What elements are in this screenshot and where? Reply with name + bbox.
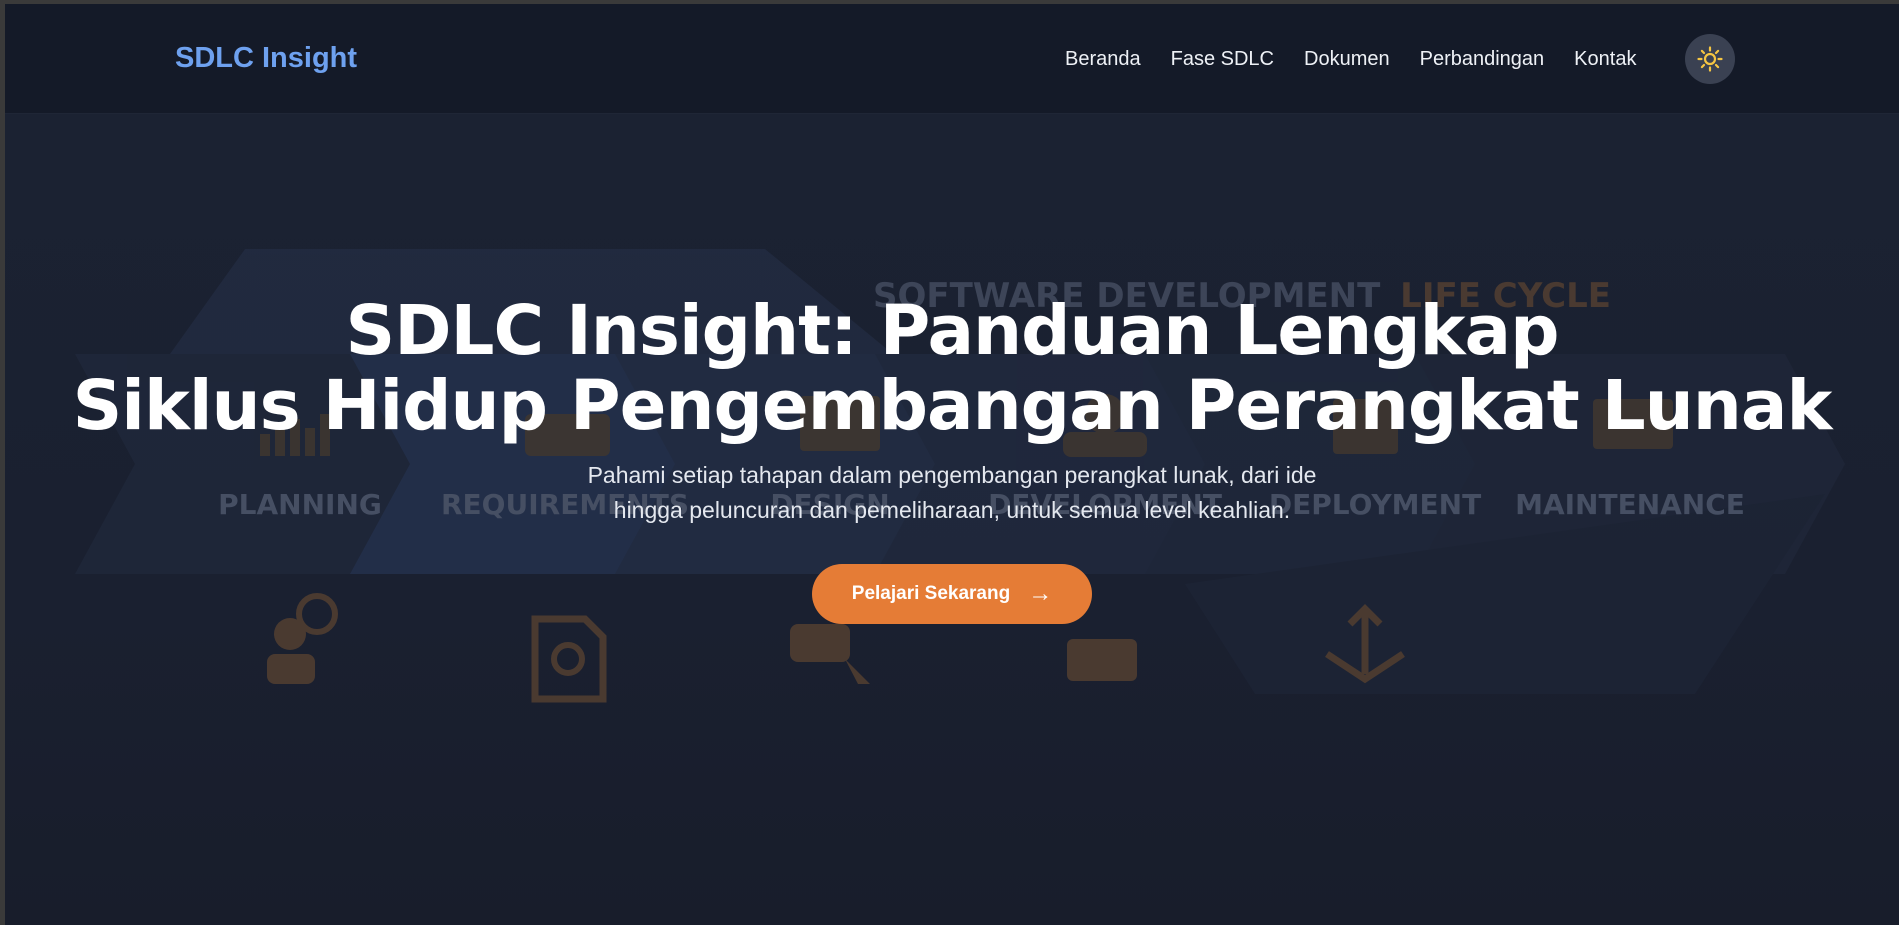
theme-toggle-button[interactable] xyxy=(1685,34,1735,84)
hero-content: SDLC Insight: Panduan Lengkap Siklus Hid… xyxy=(5,294,1899,624)
document-refresh-icon xyxy=(531,615,607,703)
nav-link-perbandingan[interactable]: Perbandingan xyxy=(1420,48,1545,71)
nav-link-beranda[interactable]: Beranda xyxy=(1065,48,1141,71)
hero-subtitle-line: hingga peluncuran dan pemeliharaan, untu… xyxy=(613,497,1291,523)
navbar: SDLC Insight Beranda Fase SDLC Dokumen P… xyxy=(5,4,1899,114)
nav-link-fase-sdlc[interactable]: Fase SDLC xyxy=(1171,48,1274,71)
chat-edit-icon xyxy=(790,624,870,684)
medical-box-icon xyxy=(1067,639,1137,681)
learn-now-label: Pelajari Sekarang xyxy=(851,583,1011,604)
sun-icon xyxy=(1697,46,1723,72)
hero-title-line: SDLC Insight: Panduan Lengkap xyxy=(345,291,1560,371)
nav-link-dokumen[interactable]: Dokumen xyxy=(1304,48,1390,71)
arrow-right-icon: → xyxy=(1028,580,1053,607)
hero-title: SDLC Insight: Panduan Lengkap Siklus Hid… xyxy=(5,294,1899,444)
nav-links: Beranda Fase SDLC Dokumen Perbandingan K… xyxy=(1065,48,1666,71)
learn-now-button[interactable]: Pelajari Sekarang → xyxy=(811,564,1093,624)
browser-viewport: SOFTWARE DEVELOPMENT LIFE CYCLE PLANNING… xyxy=(5,4,1899,925)
hero-title-line: Siklus Hidup Pengembangan Perangkat Luna… xyxy=(72,366,1833,446)
hero-subtitle: Pahami setiap tahapan dalam pengembangan… xyxy=(5,458,1899,528)
brand-logo-link[interactable]: SDLC Insight xyxy=(175,42,357,75)
hero-subtitle-line: Pahami setiap tahapan dalam pengembangan… xyxy=(587,462,1317,488)
nav-link-kontak[interactable]: Kontak xyxy=(1574,48,1636,71)
